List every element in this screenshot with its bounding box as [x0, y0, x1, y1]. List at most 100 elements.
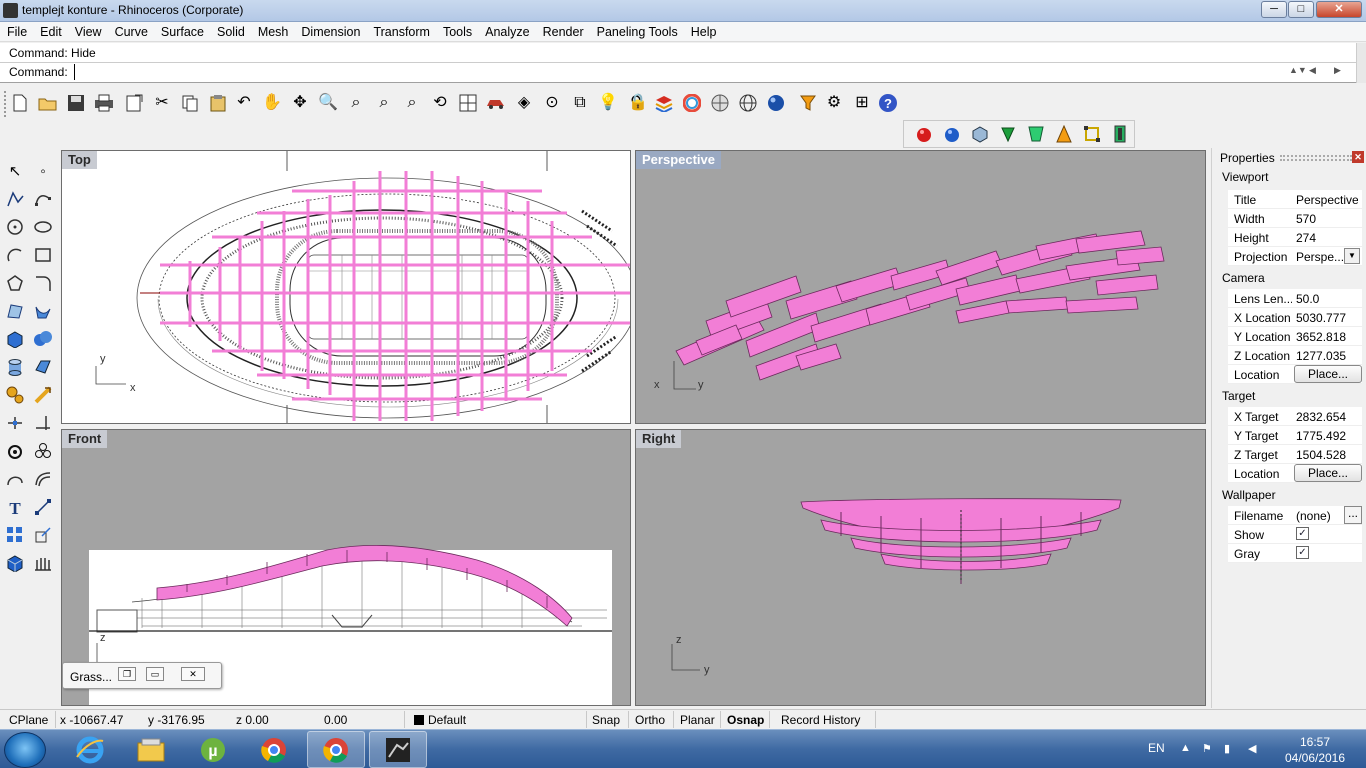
cut-icon[interactable]: ✂ [150, 91, 174, 115]
render-blue-sphere-icon[interactable] [940, 122, 964, 146]
command-input[interactable] [74, 64, 1282, 80]
boolean-union-icon[interactable] [30, 326, 56, 352]
prop-zloc-value[interactable]: 1277.035 [1296, 349, 1358, 363]
command-scroll-left-icon[interactable]: ◀ [1309, 65, 1316, 76]
zoom-selected-icon[interactable]: ⌕ [400, 91, 424, 115]
array-icon[interactable] [2, 522, 28, 548]
copy-icon[interactable] [178, 91, 202, 115]
layer-color-swatch[interactable] [414, 715, 424, 725]
gray-checkbox[interactable]: ✓ [1296, 546, 1309, 559]
fillet-curve-icon[interactable] [30, 270, 56, 296]
start-button[interactable] [4, 732, 46, 768]
dimension-icon[interactable] [30, 494, 56, 520]
options-gears-icon[interactable]: ⚙ [822, 91, 846, 115]
zoom-dynamic-icon[interactable]: 🔍 [316, 91, 340, 115]
prop-ztarget-value[interactable]: 1504.528 [1296, 448, 1358, 462]
menu-tools[interactable]: Tools [436, 22, 478, 39]
select-filter-icon[interactable]: ⧉ [568, 91, 592, 115]
internet-explorer-icon[interactable] [61, 731, 119, 768]
menu-edit[interactable]: Edit [33, 22, 68, 39]
right-viewport-title[interactable]: Right [636, 430, 682, 448]
paste-icon[interactable] [206, 91, 230, 115]
record-history-toggle[interactable]: Record History [781, 713, 860, 727]
material-sphere-icon[interactable] [708, 91, 732, 115]
polyline-icon[interactable] [2, 186, 28, 212]
rotate-view-icon[interactable]: ✥ [288, 91, 312, 115]
prop-yloc-value[interactable]: 3652.818 [1296, 330, 1358, 344]
menu-curve[interactable]: Curve [108, 22, 154, 39]
right-viewport[interactable]: Right z y [635, 429, 1206, 706]
offset-curve-icon[interactable] [30, 466, 56, 492]
mesh-plane-icon[interactable] [30, 354, 56, 380]
help-icon[interactable]: ? [876, 91, 900, 115]
text-icon[interactable]: T [2, 494, 28, 520]
show-checkbox[interactable]: ✓ [1296, 527, 1309, 540]
prop-height-value[interactable]: 274 [1296, 231, 1358, 245]
box-solid-icon[interactable] [2, 326, 28, 352]
status-current-layer[interactable]: Default [428, 713, 466, 727]
perspective-viewport-title[interactable]: Perspective [636, 151, 721, 169]
chrome-icon[interactable] [245, 731, 303, 768]
grasshopper-maximize-icon[interactable]: ▭ [146, 667, 164, 681]
filter-icon[interactable] [796, 91, 820, 115]
planar-toggle[interactable]: Planar [680, 713, 715, 727]
prop-xloc-value[interactable]: 5030.777 [1296, 311, 1358, 325]
volume-icon[interactable]: ◀ [1248, 742, 1256, 755]
minimize-button[interactable]: ─ [1261, 1, 1287, 18]
point-icon[interactable]: ◦ [30, 158, 56, 184]
rhinoceros-taskbar-icon[interactable] [369, 731, 427, 768]
prop-xtarget-value[interactable]: 2832.654 [1296, 410, 1358, 424]
filename-browse-button[interactable]: ... [1344, 506, 1362, 524]
file-explorer-icon[interactable] [122, 731, 180, 768]
grasshopper-minimized-window[interactable]: Grass... ❐ ▭ ✕ [62, 662, 222, 689]
render-box-icon[interactable] [968, 122, 992, 146]
osnap-icon[interactable]: ⊙ [540, 91, 564, 115]
properties-close-icon[interactable]: ✕ [1352, 151, 1364, 163]
layers-icon[interactable] [652, 91, 676, 115]
lock-icon[interactable]: 🔒 [626, 91, 650, 115]
menu-paneling-tools[interactable]: Paneling Tools [590, 22, 684, 39]
rendered-sphere-icon[interactable] [764, 91, 788, 115]
system-clock[interactable]: 16:57 04/06/2016 [1280, 734, 1350, 766]
show-hidden-icons-icon[interactable]: ▲ [1180, 742, 1191, 754]
explode-icon[interactable] [30, 438, 56, 464]
front-viewport-title[interactable]: Front [62, 430, 108, 448]
grid-snap-icon[interactable]: ⊞ [850, 91, 874, 115]
cylinder-icon[interactable] [2, 354, 28, 380]
menu-help[interactable]: Help [684, 22, 723, 39]
color-wheel-icon[interactable] [680, 91, 704, 115]
paneling-grid-icon[interactable] [30, 550, 56, 576]
transform-gears-icon[interactable] [2, 382, 28, 408]
properties-grip[interactable] [1280, 155, 1352, 161]
menu-file[interactable]: File [0, 22, 33, 39]
command-scroll-right-icon[interactable]: ▶ [1334, 65, 1341, 76]
render-green-cup-icon[interactable] [1024, 122, 1048, 146]
scale-icon[interactable] [30, 522, 56, 548]
projection-dropdown-icon[interactable]: ▼ [1344, 248, 1360, 264]
render-panel-icon[interactable] [1108, 122, 1132, 146]
import-icon[interactable] [122, 91, 146, 115]
render-red-sphere-icon[interactable] [912, 122, 936, 146]
target-place-button[interactable]: Place... [1294, 464, 1362, 482]
close-button[interactable]: ✕ [1316, 1, 1362, 18]
chrome-active-icon[interactable] [307, 731, 365, 768]
rectangle-icon[interactable] [30, 242, 56, 268]
top-viewport-title[interactable]: Top [62, 151, 97, 169]
group-icon[interactable] [2, 438, 28, 464]
menu-mesh[interactable]: Mesh [251, 22, 295, 39]
arc-icon[interactable] [2, 242, 28, 268]
print-icon[interactable] [92, 91, 116, 115]
keyboard-language-indicator[interactable]: EN [1148, 741, 1165, 755]
action-center-icon[interactable]: ⚑ [1202, 742, 1212, 755]
prop-ytarget-value[interactable]: 1775.492 [1296, 429, 1358, 443]
zoom-window-icon[interactable]: ⌕ [344, 91, 368, 115]
render-cone-icon[interactable] [1052, 122, 1076, 146]
trim-icon[interactable] [30, 410, 56, 436]
prop-width-value[interactable]: 570 [1296, 212, 1358, 226]
analyze-arrow-icon[interactable] [30, 382, 56, 408]
wireframe-sphere-icon[interactable] [736, 91, 760, 115]
menu-surface[interactable]: Surface [154, 22, 210, 39]
undo-view-icon[interactable]: ⟲ [428, 91, 452, 115]
grasshopper-close-icon[interactable]: ✕ [181, 667, 205, 681]
save-icon[interactable] [64, 91, 88, 115]
